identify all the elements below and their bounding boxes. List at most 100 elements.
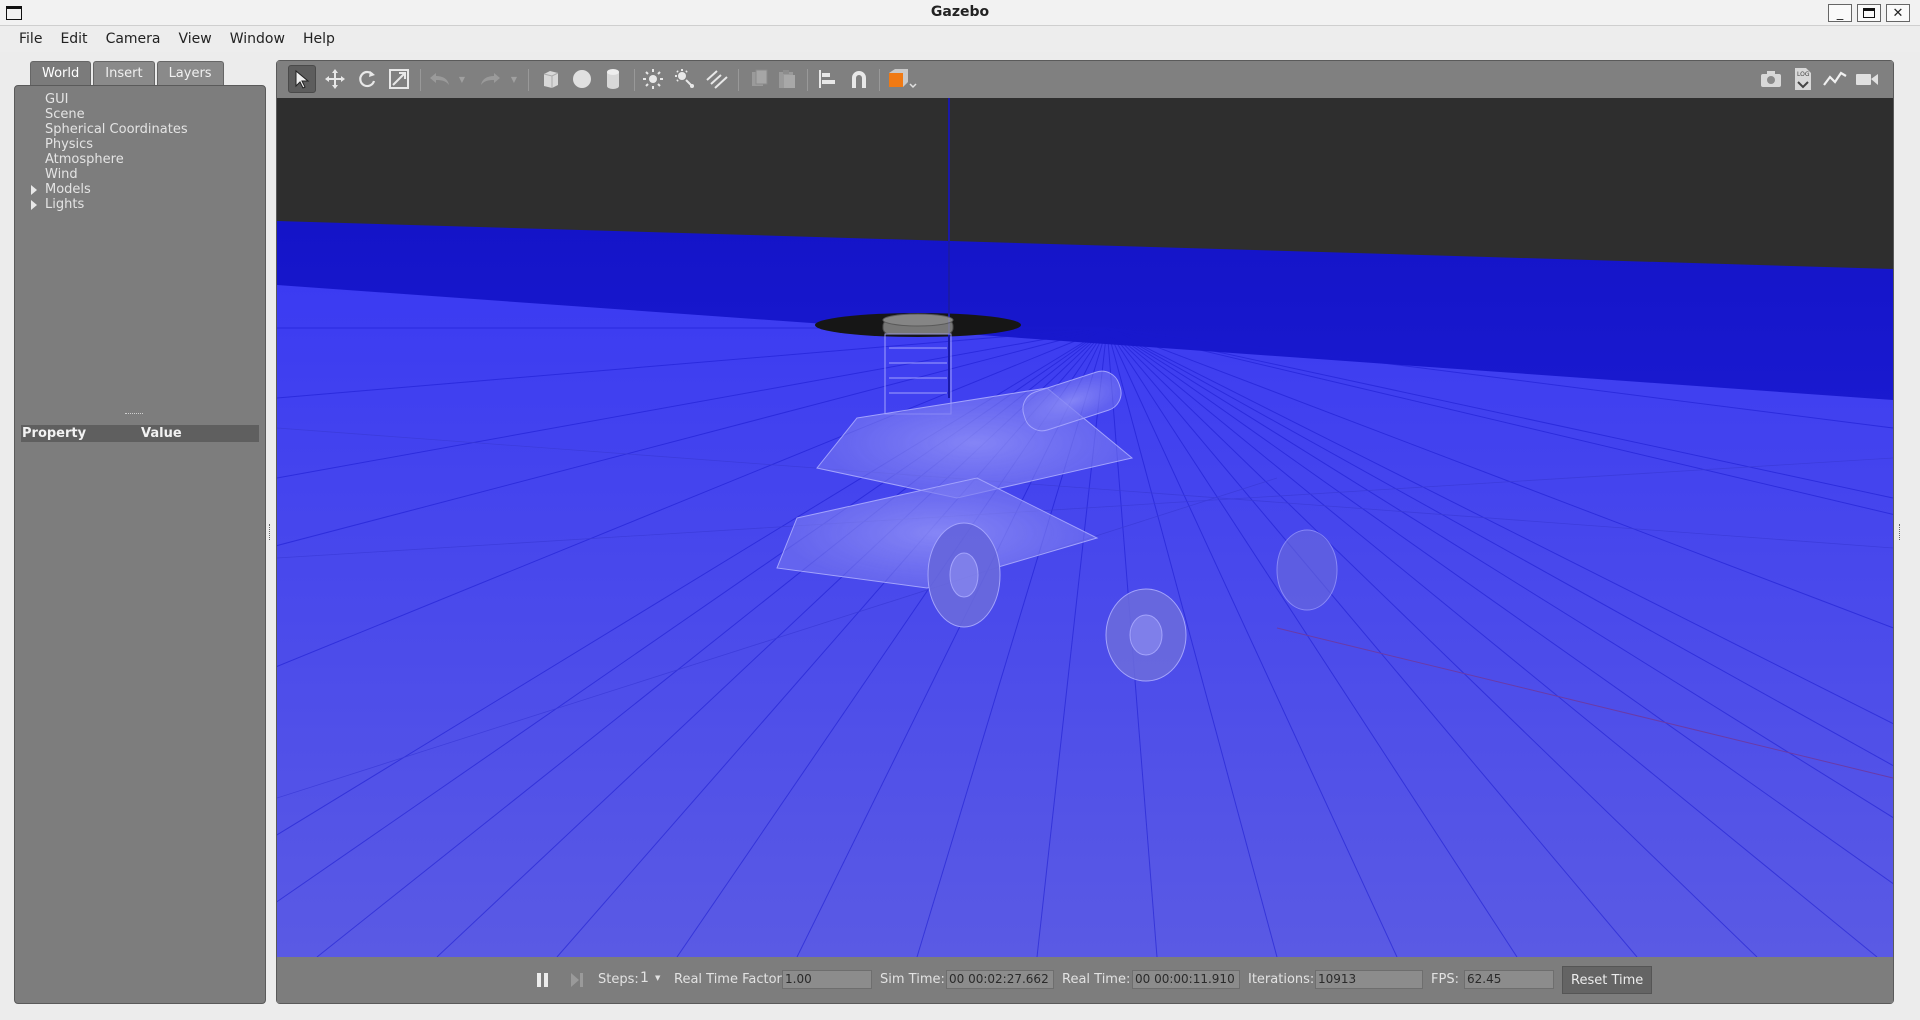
chevron-down-icon: ▼ [510, 74, 518, 84]
menu-file[interactable]: File [10, 31, 51, 47]
menu-view[interactable]: View [170, 31, 221, 47]
chevron-down-icon: ▼ [458, 74, 466, 84]
tree-item-scene[interactable]: Scene [15, 107, 265, 122]
tree-item-spherical-coordinates[interactable]: Spherical Coordinates [15, 122, 265, 137]
reset-time-button[interactable]: Reset Time [1562, 966, 1653, 994]
directional-light-icon [706, 70, 728, 89]
maximize-icon [1863, 8, 1875, 18]
menu-edit[interactable]: Edit [51, 31, 96, 47]
sphere-shape-button[interactable] [568, 65, 596, 93]
align-button[interactable] [813, 65, 841, 93]
box-shape-icon [543, 71, 559, 88]
view-angle-icon [889, 69, 917, 89]
tree-item-wind[interactable]: Wind [15, 167, 265, 182]
scene-render [277, 98, 1893, 957]
tree-item-label: GUI [45, 92, 69, 107]
tree-item-label: Physics [45, 137, 94, 152]
cylinder-shape-icon [607, 69, 619, 89]
main-area: ▼ ▼ LOG Steps: 1 ▼ Real Time Factor: 1.0… [276, 60, 1894, 1004]
maximize-button[interactable] [1857, 4, 1881, 22]
tree-item-models[interactable]: Models [15, 182, 265, 197]
menu-camera[interactable]: Camera [97, 31, 170, 47]
undo-history-dropdown[interactable]: ▼ [455, 65, 469, 93]
tree-item-label: Models [45, 182, 91, 197]
tree-item-physics[interactable]: Physics [15, 137, 265, 152]
scale-mode-button[interactable] [385, 65, 413, 93]
world-tree-panel: GUI Scene Spherical Coordinates Physics … [14, 85, 266, 1004]
right-splitter-handle[interactable] [1899, 524, 1901, 540]
sim-time-label: Sim Time: [880, 972, 945, 987]
point-light-button[interactable] [639, 65, 667, 93]
tab-layers[interactable]: Layers [156, 61, 224, 85]
fps-label: FPS: [1431, 972, 1459, 987]
steps-value[interactable]: 1 [640, 970, 649, 986]
toolbar-separator [879, 69, 880, 91]
pause-icon [537, 973, 548, 987]
toolbar: ▼ ▼ LOG [277, 61, 1893, 98]
screenshot-button[interactable] [1757, 65, 1785, 93]
plot-icon [1823, 71, 1847, 86]
cylinder-shape-button[interactable] [599, 65, 627, 93]
spot-light-button[interactable] [671, 65, 699, 93]
select-mode-button[interactable] [288, 65, 316, 93]
box-shape-button[interactable] [537, 65, 565, 93]
directional-light-button[interactable] [703, 65, 731, 93]
tab-insert[interactable]: Insert [93, 61, 155, 85]
plot-button[interactable] [1821, 65, 1849, 93]
property-table-header: Property Value [21, 425, 259, 442]
copy-button[interactable] [745, 65, 773, 93]
snap-icon [852, 71, 866, 88]
minimize-icon: _ [1836, 5, 1844, 21]
panel-splitter-handle[interactable] [125, 413, 143, 415]
tab-world[interactable]: World [30, 61, 92, 85]
real-time-factor-field: 1.00 [782, 970, 872, 989]
expand-arrow-icon[interactable] [31, 200, 37, 210]
paste-button[interactable] [773, 65, 801, 93]
step-button[interactable] [563, 966, 591, 994]
menu-help[interactable]: Help [294, 31, 344, 47]
view-angle-button[interactable] [884, 65, 920, 93]
iterations-label: Iterations: [1248, 972, 1315, 987]
snap-button[interactable] [845, 65, 873, 93]
translate-mode-icon [325, 69, 345, 89]
simulation-status-bar: Steps: 1 ▼ Real Time Factor: 1.00 Sim Ti… [277, 957, 1893, 1003]
fps-field: 62.45 [1464, 970, 1554, 989]
tree-item-gui[interactable]: GUI [15, 92, 265, 107]
point-light-icon [643, 69, 663, 89]
menu-window[interactable]: Window [221, 31, 294, 47]
log-icon: LOG [1795, 68, 1811, 90]
redo-button[interactable] [477, 65, 505, 93]
step-icon [571, 973, 583, 987]
tree-item-atmosphere[interactable]: Atmosphere [15, 152, 265, 167]
left-splitter-handle[interactable] [269, 524, 271, 540]
pause-button[interactable] [529, 966, 557, 994]
close-button[interactable]: ✕ [1886, 4, 1910, 22]
undo-button[interactable] [425, 65, 453, 93]
3d-viewport[interactable] [277, 98, 1893, 957]
align-icon [819, 70, 835, 88]
real-time-field: 00 00:00:11.910 [1132, 970, 1240, 989]
toolbar-separator [738, 69, 739, 91]
paste-icon [779, 70, 795, 88]
record-video-button[interactable] [1853, 65, 1881, 93]
real-time-factor-label: Real Time Factor: [674, 972, 787, 987]
minimize-button[interactable]: _ [1828, 4, 1852, 22]
svg-text:LOG: LOG [1797, 71, 1810, 78]
expand-arrow-icon[interactable] [31, 185, 37, 195]
redo-history-dropdown[interactable]: ▼ [507, 65, 521, 93]
real-time-label: Real Time: [1062, 972, 1131, 987]
left-panel-tabs: World Insert Layers [14, 61, 224, 85]
screenshot-icon [1761, 71, 1781, 87]
tree-item-label: Atmosphere [45, 152, 124, 167]
tree-item-lights[interactable]: Lights [15, 197, 265, 212]
window-title: Gazebo [930, 4, 990, 20]
log-button[interactable]: LOG [1789, 65, 1817, 93]
iterations-field: 10913 [1315, 970, 1423, 989]
sim-time-field: 00 00:02:27.662 [946, 970, 1054, 989]
rotate-mode-button[interactable] [353, 65, 381, 93]
close-icon: ✕ [1892, 5, 1904, 21]
undo-icon [430, 73, 449, 85]
translate-mode-button[interactable] [321, 65, 349, 93]
chevron-down-icon[interactable]: ▼ [655, 974, 660, 982]
tree-item-label: Wind [45, 167, 78, 182]
